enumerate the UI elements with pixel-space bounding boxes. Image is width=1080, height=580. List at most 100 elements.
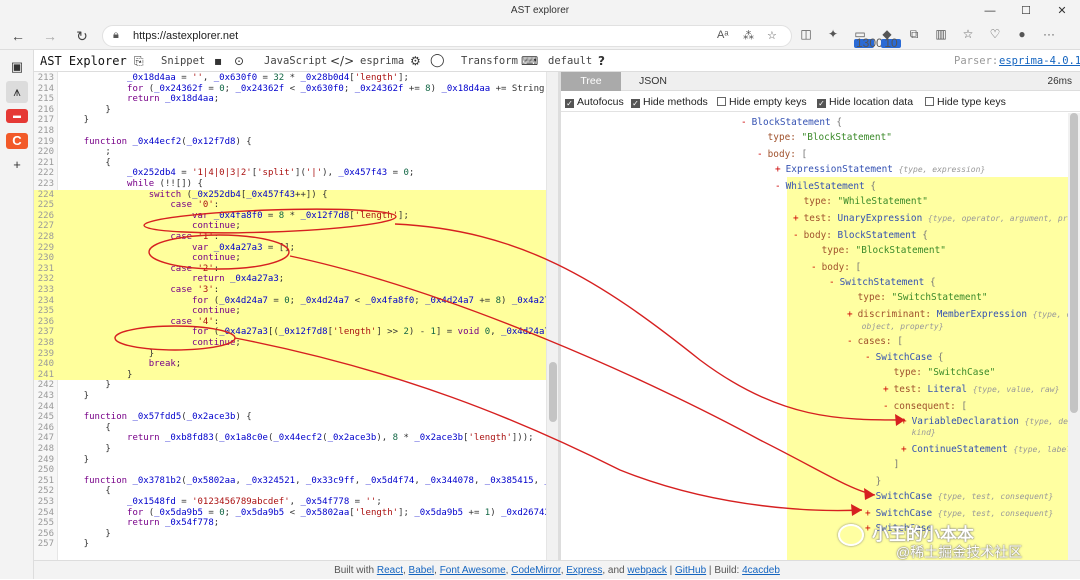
minimize-button[interactable]: — (972, 0, 1008, 22)
tree-type[interactable]: BlockStatement (838, 230, 917, 241)
sidebar-tab-icon[interactable]: ▣ (6, 56, 28, 78)
parser-settings-icon[interactable]: ⚙ (410, 50, 421, 72)
extensions-icon[interactable]: ⧉ (904, 27, 924, 42)
sidebar-astexplorer-tab[interactable]: ⩚ (6, 80, 28, 103)
tree-toggle[interactable]: + (865, 523, 871, 534)
keymap-menu[interactable]: default (548, 50, 592, 72)
tab-tree[interactable]: Tree (561, 72, 621, 91)
tree-node[interactable]: + ExpressionStatement {type, expression} (775, 164, 985, 176)
tree-node[interactable]: +object, property} (851, 321, 944, 333)
tree-type[interactable]: UnaryExpression (838, 213, 923, 224)
footer-link-github[interactable]: GitHub (675, 565, 706, 576)
tree-toggle[interactable]: - (741, 117, 747, 128)
footer-link-webpack[interactable]: webpack (627, 565, 666, 576)
tab-json[interactable]: JSON (623, 72, 683, 91)
parser-version-link[interactable]: esprima-4.0.1 (999, 50, 1080, 72)
translate-icon[interactable]: ⁂ (743, 29, 754, 42)
tree-node[interactable]: +type: "SwitchStatement" (847, 292, 988, 304)
github-icon[interactable]: ⊙ (234, 50, 244, 72)
tree-toggle[interactable]: + (865, 491, 871, 502)
checkbox[interactable]: ✓ (565, 99, 574, 108)
tree-type[interactable]: SwitchCase (876, 491, 932, 502)
tree-type[interactable]: SwitchCase (876, 352, 932, 363)
snippet-menu[interactable]: Snippet (161, 50, 205, 72)
browser-essentials-icon[interactable]: ♡ (985, 27, 1005, 41)
tree-node[interactable]: +type: "WhileStatement" (793, 196, 928, 208)
back-button[interactable]: ← (8, 26, 28, 46)
parser-menu[interactable]: esprima (360, 50, 404, 72)
footer-link-fontawesome[interactable]: Font Awesome (440, 565, 506, 576)
checkbox[interactable] (925, 97, 934, 106)
address-url[interactable]: https://astexplorer.net (133, 30, 238, 42)
language-menu[interactable]: JavaScript (264, 50, 327, 72)
option-hide-type-keys[interactable]: Hide type keys (925, 96, 1006, 108)
profile-avatar-icon[interactable]: ● (1012, 27, 1032, 41)
ast-tree[interactable]: -BlockStatement { +type: "BlockStatement"… (561, 113, 1068, 560)
collections-icon[interactable]: ☆ (958, 27, 978, 41)
tree-node[interactable]: + test: UnaryExpression {type, operator, … (793, 213, 1068, 225)
tree-node[interactable]: - SwitchCase { (865, 352, 943, 364)
footer-link-codemirror[interactable]: CodeMirror (511, 565, 560, 576)
tree-toggle[interactable]: - (757, 149, 763, 160)
footer-link-babel[interactable]: Babel (409, 565, 435, 576)
address-bar[interactable]: 🔒︎ https://astexplorer.net Aᵃ ⁂ ☆ (102, 25, 792, 47)
tree-toggle[interactable]: - (865, 352, 871, 363)
tree-node[interactable]: - consequent: [ (883, 401, 967, 413)
tree-node[interactable]: - body: [ (811, 262, 861, 274)
tree-type[interactable]: SwitchStatement (840, 277, 925, 288)
footer-link-express[interactable]: Express (566, 565, 602, 576)
tree-toggle[interactable]: + (775, 164, 781, 175)
favorites-icon[interactable]: ◫ (796, 27, 816, 41)
tree-type[interactable]: SwitchCase (876, 523, 932, 534)
tree-node[interactable]: +type: "BlockStatement" (757, 132, 892, 144)
code-editor[interactable]: 213 _0x18d4aa = '', _0x630f0 = 32 * _0x2… (34, 72, 546, 560)
transform-menu[interactable]: Transform (461, 50, 518, 72)
tree-node[interactable]: + ContinueStatement {type, label} (901, 444, 1068, 456)
tree-type[interactable]: ExpressionStatement (786, 164, 893, 175)
tree-toggle[interactable]: - (793, 230, 799, 241)
tree-toggle[interactable]: - (811, 262, 817, 273)
tree-toggle[interactable]: + (901, 444, 907, 455)
tree-toggle[interactable]: + (883, 384, 889, 395)
tree-scroll-thumb[interactable] (1070, 113, 1078, 413)
maximize-button[interactable]: ☐ (1008, 0, 1044, 22)
tree-node[interactable]: + SwitchCase {type, test, consequent} (865, 491, 1053, 503)
sidebar-red-tab[interactable]: ▬ (6, 109, 28, 123)
tree-scrollbar[interactable] (1068, 113, 1080, 560)
editor-scroll-thumb[interactable] (549, 362, 557, 422)
forward-button[interactable]: → (40, 26, 60, 46)
tree-type[interactable]: SwitchCase (876, 508, 932, 519)
tree-toggle[interactable]: + (847, 309, 853, 320)
option-autofocus[interactable]: ✓ Autofocus (565, 96, 624, 108)
tree-type[interactable]: WhileStatement (786, 181, 865, 192)
tree-node[interactable]: + SwitchCase (865, 523, 932, 535)
checkbox[interactable]: ✓ (631, 99, 640, 108)
tree-node[interactable]: +type: "BlockStatement" (811, 245, 946, 257)
tree-type[interactable]: Literal (928, 384, 968, 395)
tree-type[interactable]: MemberExpression (937, 309, 1027, 320)
favorite-star-icon[interactable]: ☆ (767, 29, 777, 42)
checkbox[interactable]: ✓ (817, 99, 826, 108)
extension-color-icon[interactable]: ✦ (823, 27, 843, 41)
tree-node[interactable]: +kind} (901, 427, 936, 439)
tree-toggle[interactable]: - (847, 336, 853, 347)
more-icon[interactable]: ··· (1039, 27, 1059, 41)
tree-node[interactable]: - cases: [ (847, 336, 903, 348)
tree-toggle[interactable]: + (793, 213, 799, 224)
tree-node[interactable]: - SwitchStatement { (829, 277, 936, 289)
split-screen-icon[interactable]: ▥ (931, 27, 951, 41)
tree-node[interactable]: +} (865, 476, 882, 488)
tree-node[interactable]: - BlockStatement { (741, 117, 842, 129)
read-aloud-icon[interactable]: Aᵃ (717, 29, 728, 41)
tree-node[interactable]: + SwitchCase {type, test, consequent} (865, 508, 1053, 520)
tree-toggle[interactable]: - (883, 401, 889, 412)
footer-link-react[interactable]: React (377, 565, 403, 576)
tree-node[interactable]: + test: Literal {type, value, raw} (883, 384, 1059, 396)
save-icon[interactable]: ▪ (214, 50, 222, 72)
option-hide-empty-keys[interactable]: Hide empty keys (717, 96, 807, 108)
option-hide-methods[interactable]: ✓ Hide methods (631, 96, 708, 108)
help-icon[interactable]: ? (598, 50, 605, 72)
tree-node[interactable]: + discriminant: MemberExpression {type, c… (847, 309, 1068, 321)
sidebar-add-tab[interactable]: + (6, 154, 28, 176)
sidebar-csdn-tab[interactable]: C (6, 132, 28, 149)
